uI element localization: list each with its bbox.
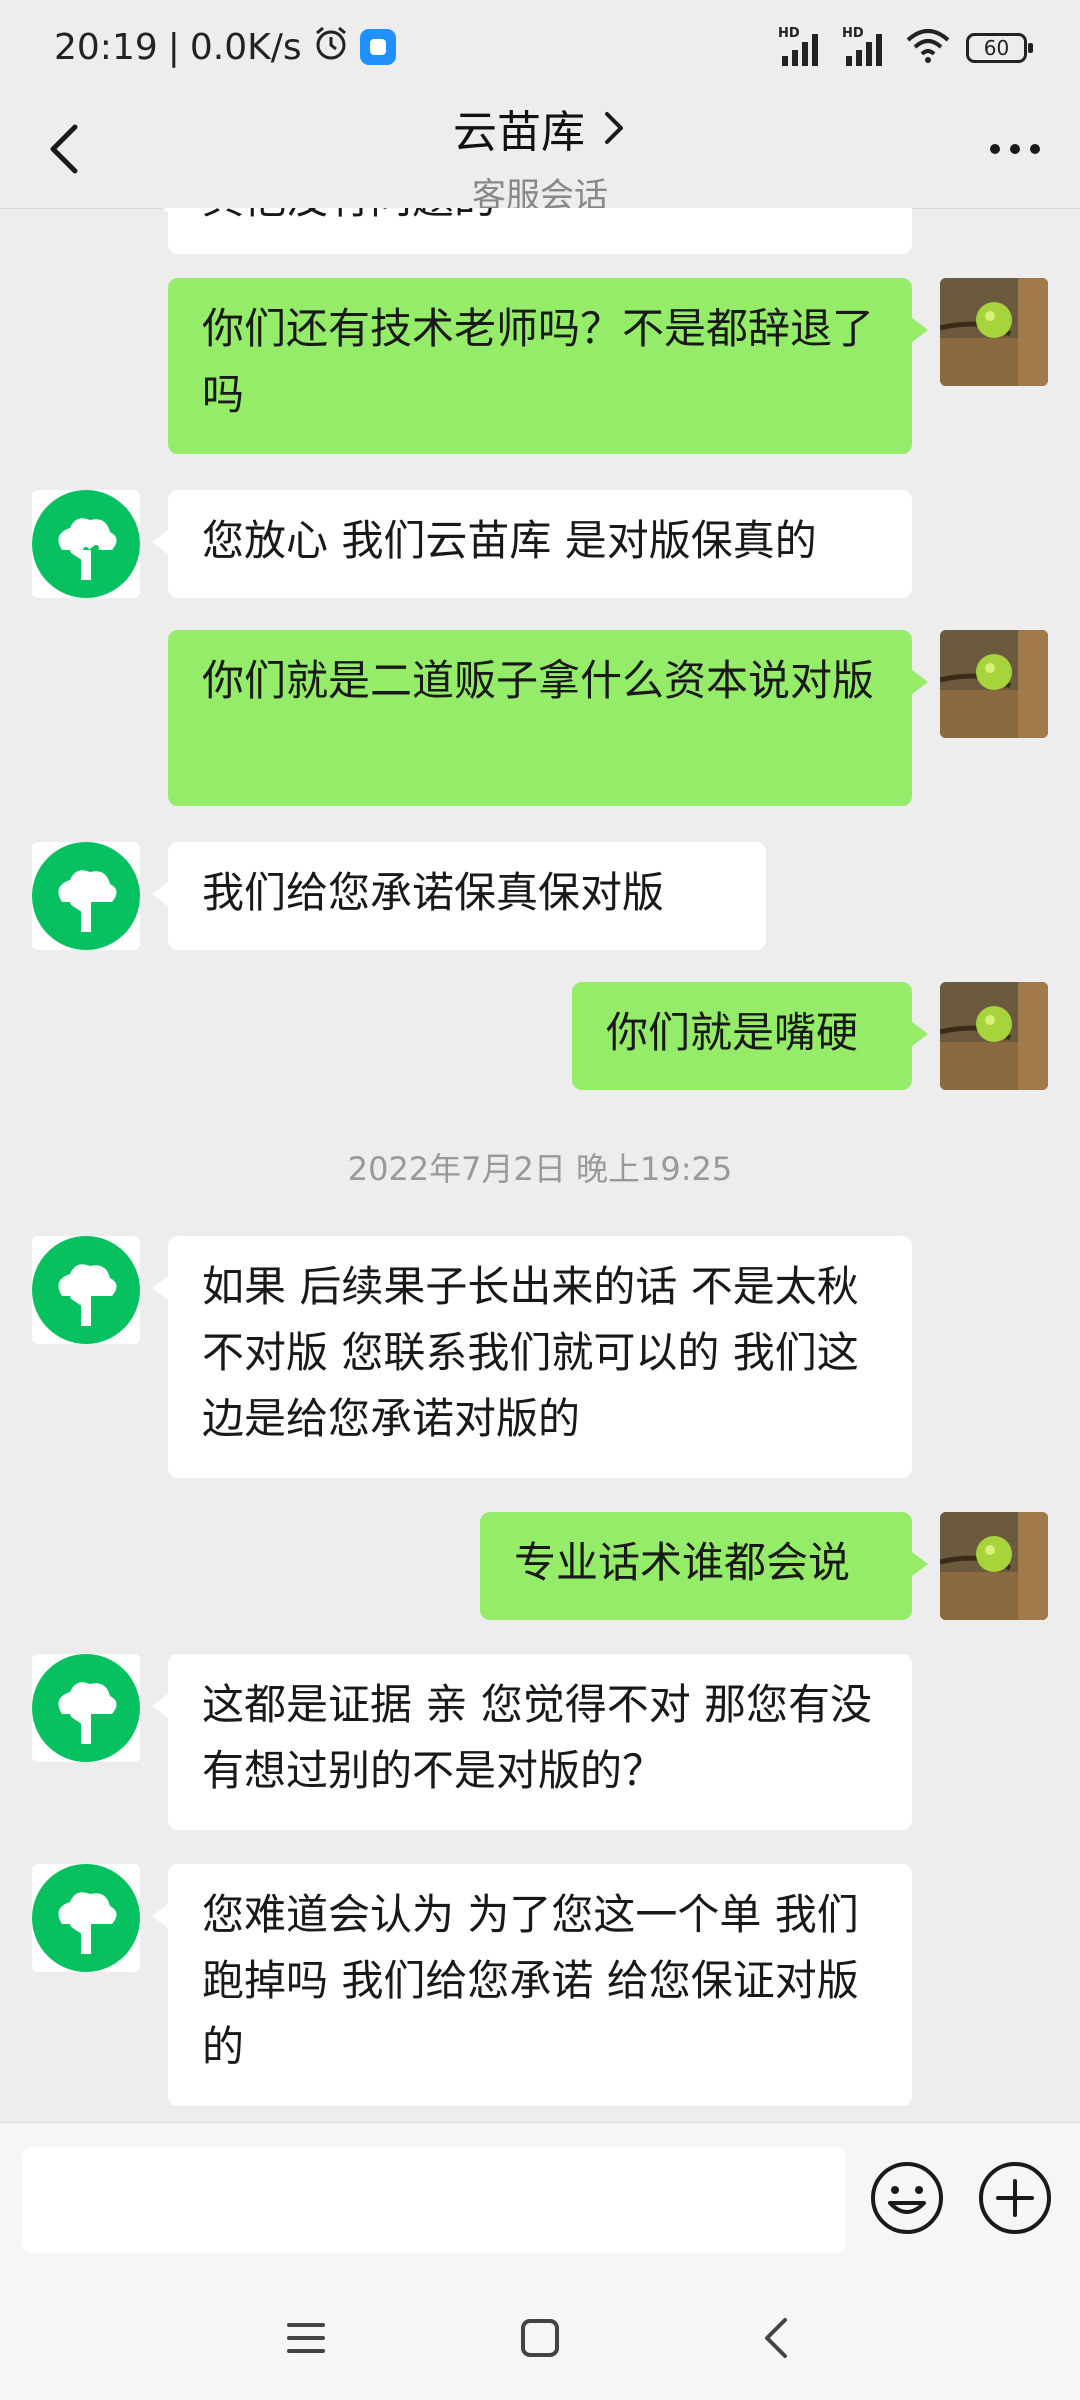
status-time: 20:19 bbox=[54, 26, 158, 68]
message-list[interactable]: 其他没有问题的 你们还有技术老师吗？不是都辞退了吗 您放心 我们云苗库 是对版保… bbox=[0, 208, 1080, 2122]
bot-avatar[interactable] bbox=[32, 490, 140, 598]
page-title[interactable]: 云苗库 bbox=[300, 96, 780, 160]
bot-message-bubble[interactable]: 如果 后续果子长出来的话 不是太秋 不对版 您联系我们就可以的 我们这边是给您承… bbox=[152, 1236, 912, 1478]
message-text: 如果 后续果子长出来的话 不是太秋 不对版 您联系我们就可以的 我们这边是给您承… bbox=[202, 1262, 859, 1443]
bot-message-bubble[interactable]: 其他没有问题的 bbox=[152, 208, 912, 254]
user-avatar[interactable] bbox=[940, 982, 1048, 1090]
back-button[interactable] bbox=[30, 114, 100, 184]
hd-label: HD bbox=[778, 26, 800, 41]
bot-avatar[interactable] bbox=[32, 1236, 140, 1344]
message-text: 你们就是二道贩子拿什么资本说对版 bbox=[202, 656, 875, 705]
user-avatar[interactable] bbox=[940, 278, 1048, 386]
bot-avatar[interactable] bbox=[32, 1654, 140, 1762]
bot-avatar[interactable] bbox=[32, 842, 140, 950]
nav-menu-button[interactable] bbox=[276, 2308, 336, 2368]
hd-label: HD bbox=[842, 26, 864, 41]
user-message-bubble[interactable]: 你们还有技术老师吗？不是都辞退了吗 bbox=[168, 278, 928, 454]
emoji-icon bbox=[871, 2162, 943, 2234]
user-message-bubble[interactable]: 你们就是二道贩子拿什么资本说对版 bbox=[168, 630, 928, 806]
plus-icon bbox=[979, 2162, 1051, 2234]
chat-title: 云苗库 bbox=[453, 107, 585, 158]
bot-message-bubble[interactable]: 您放心 我们云苗库 是对版保真的 bbox=[152, 490, 912, 598]
alarm-icon bbox=[312, 24, 350, 71]
status-left: 20:19 | 0.0K/s bbox=[54, 22, 396, 72]
message-text: 这都是证据 亲 您觉得不对 那您有没有想过别的不是对版的？ bbox=[202, 1680, 873, 1795]
status-separator: | bbox=[167, 26, 180, 68]
app-notification-icon bbox=[359, 29, 396, 65]
wifi-icon bbox=[906, 28, 950, 68]
menu-icon bbox=[287, 2323, 325, 2353]
message-text: 您难道会认为 为了您这一个单 我们跑掉吗 我们给您承诺 给您保证对版的 bbox=[202, 1890, 859, 2071]
nav-back-icon bbox=[765, 2318, 787, 2358]
bot-message-bubble[interactable]: 我们给您承诺保真保对版 bbox=[152, 842, 766, 950]
user-avatar[interactable] bbox=[940, 630, 1048, 738]
hd-signal-icon: HD bbox=[842, 26, 890, 68]
message-text: 您放心 我们云苗库 是对版保真的 bbox=[202, 516, 817, 565]
more-dots-icon bbox=[990, 144, 1040, 154]
status-right: HD HD 60 bbox=[778, 24, 1034, 72]
user-message-bubble[interactable]: 专业话术谁都会说 bbox=[480, 1512, 928, 1620]
nav-back-button[interactable] bbox=[746, 2308, 806, 2368]
message-text: 我们给您承诺保真保对版 bbox=[202, 868, 665, 917]
user-avatar[interactable] bbox=[940, 1512, 1048, 1620]
bot-message-bubble[interactable]: 您难道会认为 为了您这一个单 我们跑掉吗 我们给您承诺 给您保证对版的 bbox=[152, 1864, 912, 2106]
more-options-button[interactable] bbox=[980, 114, 1050, 184]
message-text: 你们还有技术老师吗？不是都辞退了吗 bbox=[202, 304, 875, 419]
user-message-bubble[interactable]: 你们就是嘴硬 bbox=[572, 982, 928, 1090]
battery-level: 60 bbox=[983, 36, 1010, 60]
chat-header: 云苗库 客服会话 bbox=[0, 92, 1080, 216]
system-nav-bar bbox=[0, 2270, 1080, 2400]
message-input[interactable] bbox=[22, 2147, 846, 2253]
message-text: 其他没有问题的 bbox=[202, 208, 496, 223]
emoji-button[interactable] bbox=[868, 2159, 946, 2237]
home-square-icon bbox=[521, 2319, 559, 2357]
hd-signal-icon: HD bbox=[778, 26, 826, 68]
back-arrow-icon bbox=[50, 124, 78, 174]
input-bar bbox=[0, 2122, 1080, 2271]
bot-avatar[interactable] bbox=[32, 1864, 140, 1972]
message-text: 专业话术谁都会说 bbox=[514, 1538, 851, 1587]
status-bar: 20:19 | 0.0K/s HD HD 60 bbox=[0, 0, 1080, 92]
bot-message-bubble[interactable]: 这都是证据 亲 您觉得不对 那您有没有想过别的不是对版的？ bbox=[152, 1654, 912, 1830]
nav-home-button[interactable] bbox=[510, 2308, 570, 2368]
chat-timestamp: 2022年7月2日 晚上19:25 bbox=[347, 1150, 733, 1188]
message-text: 你们就是嘴硬 bbox=[606, 1008, 859, 1057]
battery-icon: 60 bbox=[966, 33, 1034, 63]
header-title-block[interactable]: 云苗库 客服会话 bbox=[300, 92, 780, 217]
more-functions-button[interactable] bbox=[976, 2159, 1054, 2237]
network-speed: 0.0K/s bbox=[189, 26, 302, 68]
chevron-right-icon bbox=[605, 112, 623, 144]
